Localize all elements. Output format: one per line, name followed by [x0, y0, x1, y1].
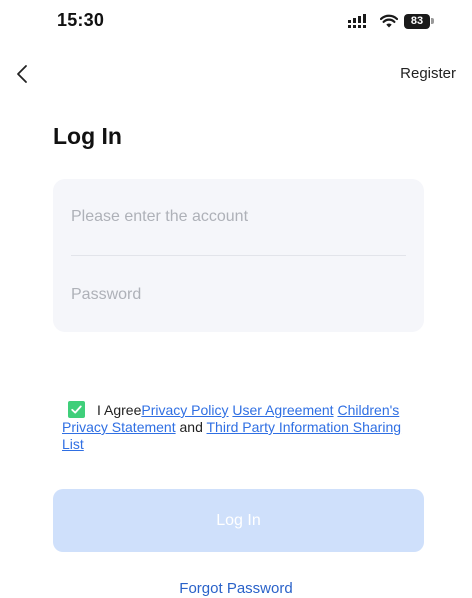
form-divider	[71, 255, 406, 256]
battery-level: 83	[404, 13, 430, 29]
user-agreement-link[interactable]: User Agreement	[232, 402, 333, 418]
check-icon	[71, 405, 82, 414]
account-input[interactable]	[71, 199, 406, 235]
agree-checkbox[interactable]	[68, 401, 85, 418]
login-button[interactable]: Log In	[53, 489, 424, 552]
status-bar: 15:30 83	[0, 0, 472, 40]
and-text: and	[179, 419, 203, 435]
signal-icon	[348, 14, 366, 28]
register-link[interactable]: Register	[400, 65, 456, 82]
status-time: 15:30	[57, 10, 105, 30]
password-input[interactable]	[71, 277, 406, 313]
wifi-icon	[380, 14, 398, 28]
status-icons: 83	[348, 12, 434, 30]
agree-prefix-text: I Agree	[97, 402, 142, 418]
battery-icon: 83	[404, 13, 434, 29]
page-title: Log In	[53, 123, 122, 149]
battery-cap	[431, 18, 434, 24]
back-button[interactable]	[10, 60, 34, 88]
agreement: I AgreePrivacy Policy User Agreement Chi…	[62, 401, 412, 453]
privacy-policy-link[interactable]: Privacy Policy	[141, 402, 228, 418]
chevron-left-icon	[17, 65, 27, 83]
login-form	[53, 179, 424, 332]
forgot-password-link[interactable]: Forgot Password	[0, 580, 472, 598]
